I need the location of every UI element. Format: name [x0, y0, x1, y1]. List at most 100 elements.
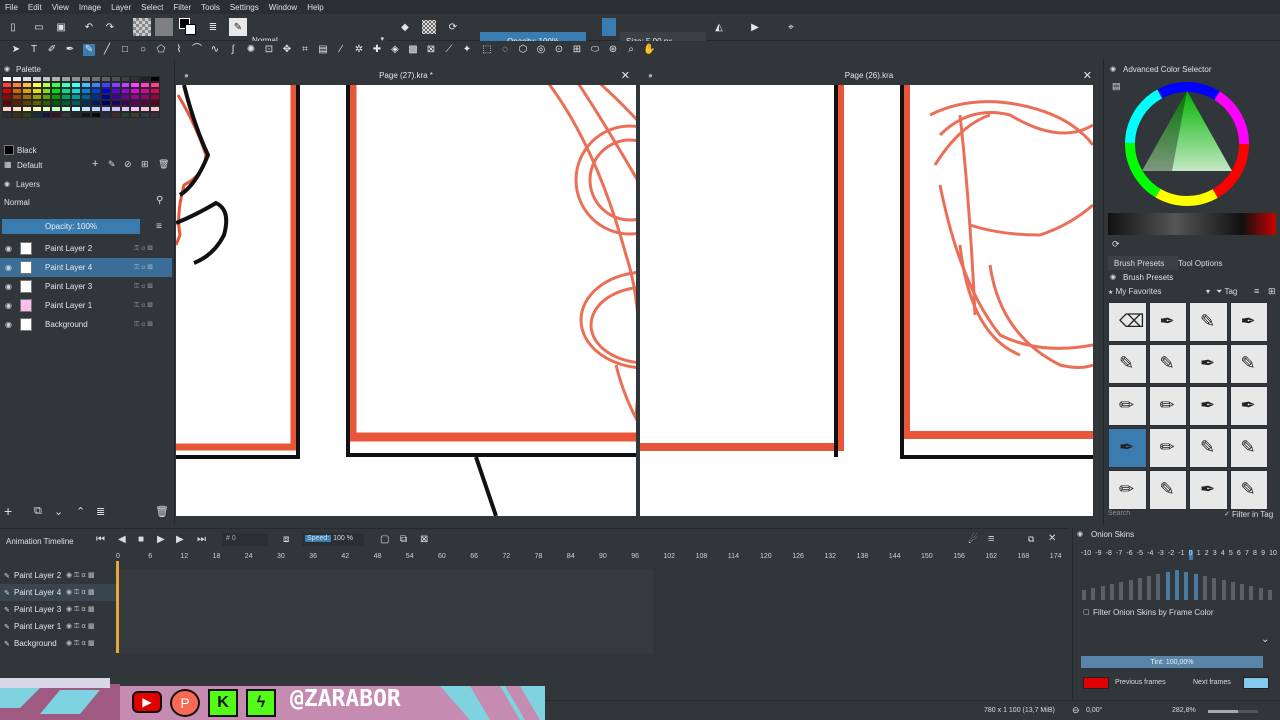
grid-icon[interactable]: ⊞ [141, 159, 149, 170]
open-document-icon[interactable]: ▭ [32, 20, 46, 34]
brush-preset-item[interactable]: ✒ [1189, 386, 1228, 426]
palette-swatch[interactable] [41, 112, 52, 118]
color-picker-icon[interactable]: ⁄ [335, 44, 347, 56]
stop-icon[interactable]: ■ [138, 534, 144, 545]
mirror-vertical-icon[interactable]: ▶ [748, 20, 762, 34]
duplicate-keyframe-icon[interactable]: ⧉ [400, 534, 407, 545]
brush-preset-item[interactable]: ✏ [1108, 386, 1147, 426]
prev-frame-icon[interactable]: ◀ [118, 534, 126, 545]
tab-tool-options[interactable]: Tool Options [1176, 256, 1246, 270]
palette-swatches[interactable] [2, 76, 160, 126]
edit-icon[interactable]: ✎ [108, 159, 116, 170]
zoom-slider[interactable] [1208, 710, 1258, 713]
gradient-swatch[interactable] [133, 18, 151, 36]
onion-frame-number[interactable]: 1 [1197, 550, 1201, 560]
previous-frames-color[interactable] [1083, 677, 1109, 689]
redo-icon[interactable]: ↷ [103, 20, 117, 34]
onion-opacity-bar[interactable] [1221, 580, 1226, 600]
onion-opacity-bar[interactable] [1100, 586, 1105, 600]
frame-ruler[interactable]: 0 6 12 18 24 30 36 42 48 54 60 66 72 78 84 90 96 102 108 11… [0, 551, 1068, 565]
fill-tool-icon[interactable]: ◈ [389, 44, 401, 56]
text-tool-icon[interactable]: T [28, 44, 40, 56]
palette-swatch[interactable] [130, 112, 141, 118]
visibility-icon[interactable]: ◉ ⚿ ⍺ ▩ [66, 639, 95, 648]
palette-swatch[interactable] [150, 112, 160, 118]
menu-settings[interactable]: Settings [225, 3, 264, 12]
onion-frame-number[interactable]: 2 [1205, 550, 1209, 560]
move-down-icon[interactable]: ⌄ [54, 505, 63, 518]
filter-checkbox[interactable]: ▢ [1083, 608, 1090, 616]
first-frame-icon[interactable]: ⏮ [96, 534, 105, 545]
onion-frame-number[interactable]: 8 [1253, 550, 1257, 560]
menu-select[interactable]: Select [136, 3, 168, 12]
palette-swatch[interactable] [110, 112, 121, 118]
onion-frame-number[interactable]: 9 [1261, 550, 1265, 560]
timeline-layer-row[interactable]: ✎ Paint Layer 1 ◉ ⚿ ⍺ ▩ [0, 618, 116, 635]
onion-frame-number[interactable]: 0 [1188, 550, 1193, 560]
layer-row[interactable]: ◉ Background ⚿ ⍺ ▩ [0, 315, 172, 334]
palette-swatch[interactable] [2, 112, 12, 118]
tag-button[interactable]: ⏷ Tag [1216, 287, 1246, 299]
contiguous-select-icon[interactable]: ⊙ [553, 44, 565, 56]
onion-opacity-bar[interactable] [1212, 578, 1217, 600]
pan-tool-icon[interactable]: ✋ [643, 44, 655, 56]
ellipse-select-icon[interactable]: ◌ [499, 44, 511, 56]
mirror-horizontal-icon[interactable]: ◭ [712, 20, 726, 34]
brush-preset-item[interactable]: ✒ [1189, 470, 1228, 510]
chevron-down-icon[interactable]: ⌄ [1261, 634, 1269, 645]
preserve-alpha-icon[interactable] [422, 20, 436, 34]
tint-slider[interactable]: Tint: 100,00% [1081, 656, 1263, 668]
rectangle-tool-icon[interactable]: □ [119, 44, 131, 56]
visibility-icon[interactable]: ◉ ⚿ ⍺ ▩ [66, 588, 95, 597]
onion-frame-numbers[interactable]: -10 -9 -8 -7 -6 -5 -4 -3 -2 -1 0 1 2 3 4 5 6 7 8 9 10 [1081, 550, 1277, 560]
speed-input[interactable]: Speed: 100 % [302, 533, 364, 546]
onion-opacity-bar[interactable] [1258, 588, 1263, 600]
close-icon[interactable]: ✕ [621, 69, 630, 82]
onion-opacity-bar[interactable] [1082, 590, 1086, 600]
colorize-mask-icon[interactable]: ✲ [353, 44, 365, 56]
layer-row[interactable]: ◉ Paint Layer 2 ⚿ ⍺ ▩ [0, 239, 172, 258]
polyline-tool-icon[interactable]: ⌇ [173, 44, 185, 56]
layer-blend-mode-combo[interactable]: Normal [2, 196, 150, 210]
palette-swatch[interactable] [120, 112, 131, 118]
menu-file[interactable]: File [0, 3, 23, 12]
eye-icon[interactable]: ◉ [5, 320, 12, 329]
brush-preset-item[interactable]: ✏ [1108, 470, 1147, 510]
onion-opacity-bar[interactable] [1091, 588, 1096, 600]
onion-frame-number[interactable]: -9 [1095, 550, 1101, 560]
last-frame-icon[interactable]: ⏭ [197, 534, 206, 545]
onion-opacity-bar[interactable] [1156, 574, 1161, 600]
timeline-menu-icon[interactable]: ≡ [988, 533, 994, 545]
new-document-icon[interactable]: ▯ [6, 20, 20, 34]
brush-preset-icon[interactable]: ✎ [229, 18, 247, 36]
pattern-swatch[interactable] [155, 18, 173, 36]
timeline-layer-row[interactable]: ✎ Paint Layer 2 ◉ ⚿ ⍺ ▩ [0, 567, 116, 584]
brush-preset-item[interactable]: ⌫ [1108, 302, 1147, 342]
layer-row[interactable]: ◉ Paint Layer 3 ⚿ ⍺ ▩ [0, 277, 172, 296]
onion-frame-number[interactable]: -2 [1168, 550, 1174, 560]
collapse-icon[interactable]: ◉ [1110, 273, 1116, 281]
layer-row[interactable]: ◉ Paint Layer 1 ⚿ ⍺ ▩ [0, 296, 172, 315]
eye-icon[interactable]: ◉ [5, 282, 12, 291]
remove-keyframe-icon[interactable]: ⊠ [420, 534, 428, 545]
next-frame-icon[interactable]: ▶ [176, 534, 184, 545]
onion-frame-number[interactable]: -1 [1178, 550, 1184, 560]
palette-swatch[interactable] [61, 112, 72, 118]
canvas-page-27[interactable] [176, 85, 636, 516]
onion-opacity-bar[interactable] [1240, 584, 1245, 600]
frame-input[interactable]: # 0 [222, 533, 268, 546]
brush-preset-item[interactable]: ✎ [1229, 428, 1268, 468]
bezier-tool-icon[interactable]: ⌒ [191, 44, 203, 56]
brush-preset-item[interactable]: ✏ [1148, 386, 1187, 426]
freehand-brush-icon[interactable]: ✎ [83, 44, 95, 56]
edit-shapes-icon[interactable]: ✐ [46, 44, 58, 56]
onion-frame-number[interactable]: -10 [1081, 550, 1091, 560]
brush-preset-item[interactable]: ✎ [1108, 344, 1147, 384]
onion-frame-number[interactable]: 4 [1221, 550, 1225, 560]
palette-swatch[interactable] [51, 112, 62, 118]
palette-swatch[interactable] [100, 112, 111, 118]
enclose-fill-icon[interactable]: ▩ [407, 44, 419, 56]
palette-swatch[interactable] [140, 112, 151, 118]
assistant-tool-icon[interactable]: ⊠ [425, 44, 437, 56]
wrap-around-icon[interactable]: ⌖ [784, 20, 798, 34]
